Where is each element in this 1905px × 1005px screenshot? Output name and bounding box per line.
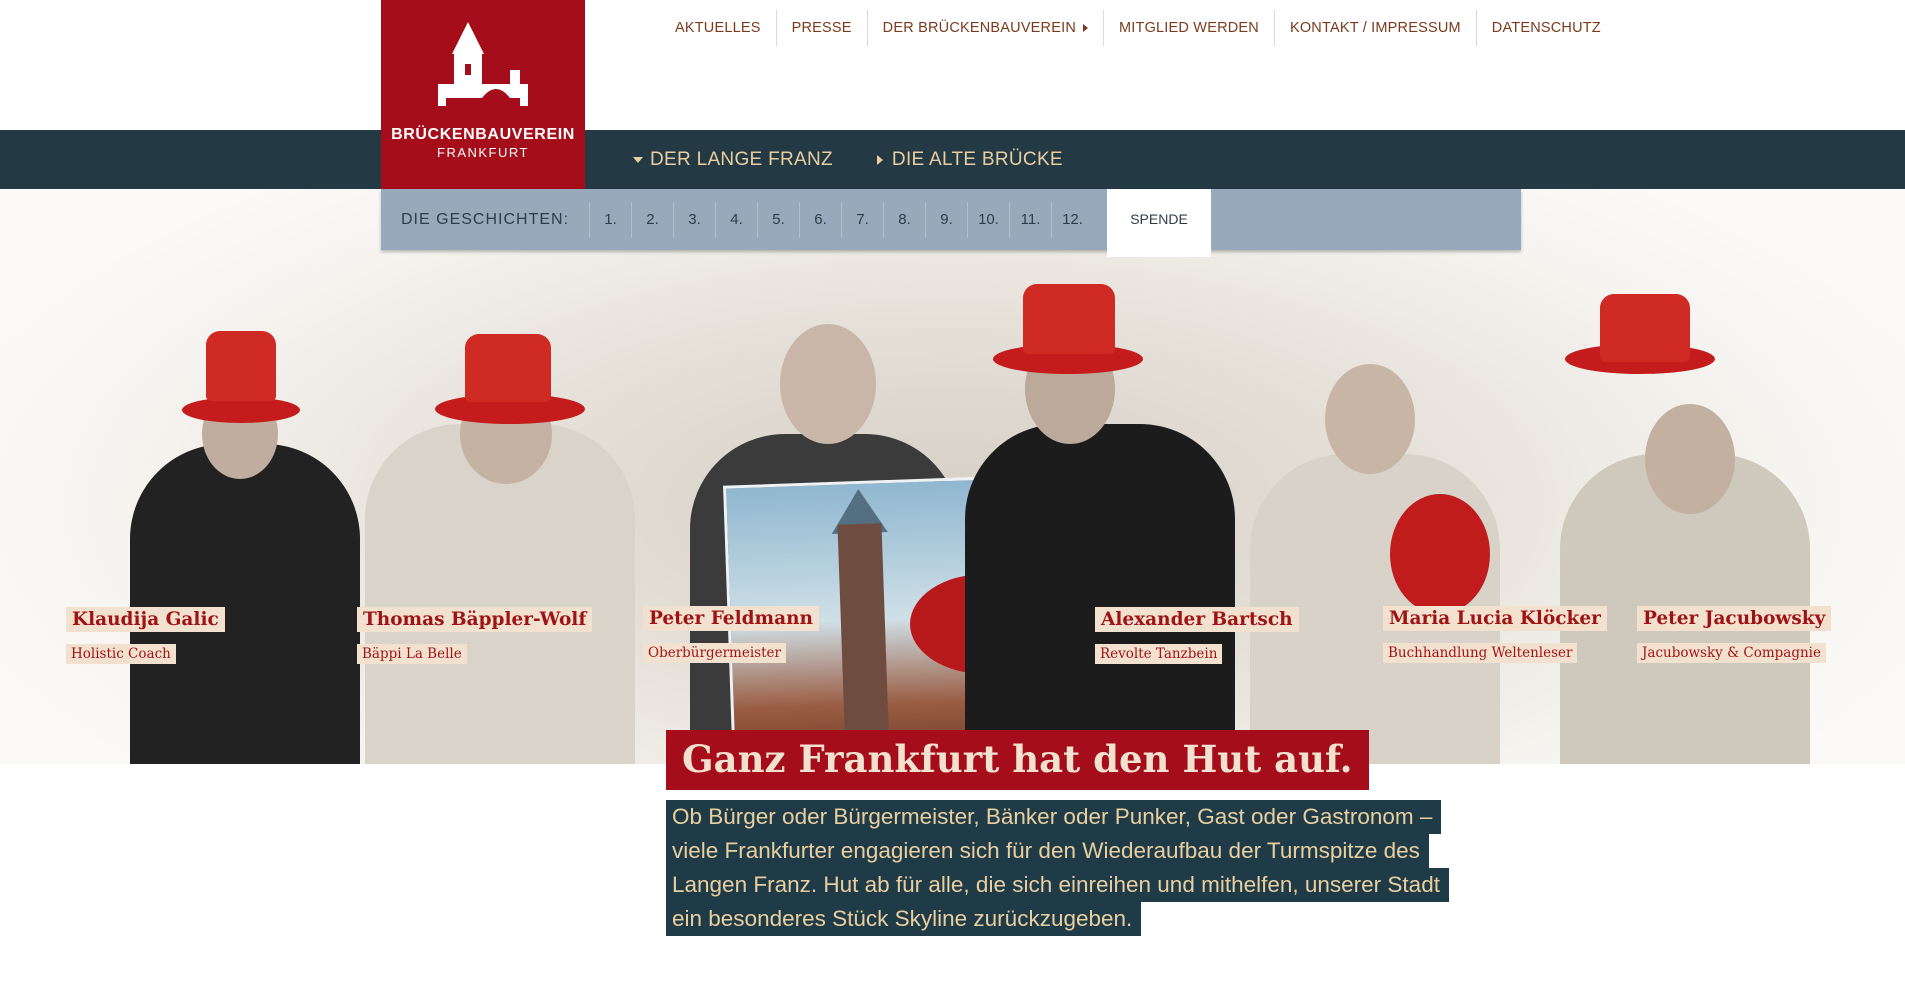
lead-line: viele Frankfurter engagieren sich für de…	[666, 834, 1429, 868]
person-figure	[1560, 294, 1810, 764]
person-figure	[965, 284, 1235, 764]
bridge-tower-icon	[438, 22, 528, 106]
story-link-10[interactable]: 10.	[967, 201, 1009, 238]
person-name: Maria Lucia Klöcker	[1383, 606, 1607, 631]
person-role: Revolte Tanzbein	[1095, 644, 1223, 664]
site-logo[interactable]: BRÜCKENBAUVEREIN FRANKFURT	[381, 0, 585, 189]
nav-item-label: AKTUELLES	[675, 20, 761, 36]
person-figure	[1250, 344, 1500, 764]
nav-item-presse[interactable]: PRESSE	[775, 10, 867, 46]
stories-bar: DIE GESCHICHTEN: 1. 2. 3. 4. 5. 6. 7. 8.…	[381, 189, 1521, 257]
spende-button[interactable]: SPENDE	[1107, 189, 1211, 257]
sub-navigation: DER LANGE FRANZ DIE ALTE BRÜCKE	[633, 130, 1063, 189]
caret-right-icon	[1083, 24, 1088, 32]
story-link-12[interactable]: 12.	[1051, 201, 1093, 238]
person-name: Peter Jacubowsky	[1637, 606, 1832, 631]
lead-line: ein besonderes Stück Skyline zurückzugeb…	[666, 902, 1142, 936]
story-link-3[interactable]: 3.	[673, 201, 715, 238]
person-name: Thomas Bäppler-Wolf	[357, 607, 593, 632]
nav-item-label: PRESSE	[791, 20, 852, 36]
nav-item-mitglied-werden[interactable]: MITGLIED WERDEN	[1103, 10, 1274, 46]
lead-paragraph: Ob Bürger oder Bürgermeister, Bänker ode…	[666, 800, 1516, 936]
story-link-2[interactable]: 2.	[631, 201, 673, 238]
page-headline: Ganz Frankfurt hat den Hut auf.	[666, 730, 1369, 790]
lead-line: Ob Bürger oder Bürgermeister, Bänker ode…	[666, 800, 1442, 834]
subnav-label: DER LANGE FRANZ	[650, 148, 833, 170]
person-name: Klaudija Galic	[66, 607, 225, 632]
story-link-9[interactable]: 9.	[925, 201, 967, 238]
person-role: Buchhandlung Weltenleser	[1383, 643, 1578, 663]
triangle-right-icon	[876, 154, 883, 165]
nav-item-aktuelles[interactable]: AKTUELLES	[660, 10, 776, 46]
nav-item-label: MITGLIED WERDEN	[1119, 20, 1259, 36]
subnav-item-der-lange-franz[interactable]: DER LANGE FRANZ	[633, 149, 833, 171]
stories-label: DIE GESCHICHTEN:	[401, 210, 570, 228]
person-role: Jacubowsky & Compagnie	[1637, 643, 1826, 663]
nav-item-kontakt-impressum[interactable]: KONTAKT / IMPRESSUM	[1273, 10, 1476, 46]
story-link-11[interactable]: 11.	[1009, 201, 1051, 238]
logo-text-sub: FRANKFURT	[437, 145, 529, 160]
person-role: Oberbürgermeister	[643, 643, 786, 663]
story-link-4[interactable]: 4.	[715, 201, 757, 238]
story-link-8[interactable]: 8.	[883, 201, 925, 238]
person-figure	[130, 331, 360, 764]
nav-item-datenschutz[interactable]: DATENSCHUTZ	[1475, 10, 1616, 46]
top-navigation: AKTUELLES PRESSE DER BRÜCKENBAUVEREIN MI…	[660, 10, 1616, 46]
subnav-label: DIE ALTE BRÜCKE	[891, 148, 1063, 170]
story-link-5[interactable]: 5.	[757, 201, 799, 238]
subnav-item-die-alte-bruecke[interactable]: DIE ALTE BRÜCKE	[876, 148, 1063, 171]
person-role: Holistic Coach	[66, 644, 176, 664]
person-name: Alexander Bartsch	[1095, 607, 1299, 632]
nav-item-brueckenbauverein[interactable]: DER BRÜCKENBAUVEREIN	[866, 10, 1103, 46]
nav-item-label: KONTAKT / IMPRESSUM	[1289, 20, 1461, 36]
triangle-down-icon	[633, 156, 643, 163]
story-link-7[interactable]: 7.	[841, 201, 883, 238]
logo-text-main: BRÜCKENBAUVEREIN	[391, 126, 575, 143]
story-link-6[interactable]: 6.	[799, 201, 841, 238]
nav-item-label: DER BRÜCKENBAUVEREIN	[882, 20, 1076, 36]
story-link-1[interactable]: 1.	[589, 201, 631, 238]
nav-item-label: DATENSCHUTZ	[1491, 20, 1601, 36]
person-role: Bäppi La Belle	[357, 644, 467, 664]
lead-line: Langen Franz. Hut ab für alle, die sich …	[666, 868, 1449, 902]
person-figure	[365, 334, 635, 764]
hero-image: Klaudija Galic Holistic Coach Thomas Bäp…	[0, 189, 1905, 764]
person-name: Peter Feldmann	[643, 606, 820, 631]
